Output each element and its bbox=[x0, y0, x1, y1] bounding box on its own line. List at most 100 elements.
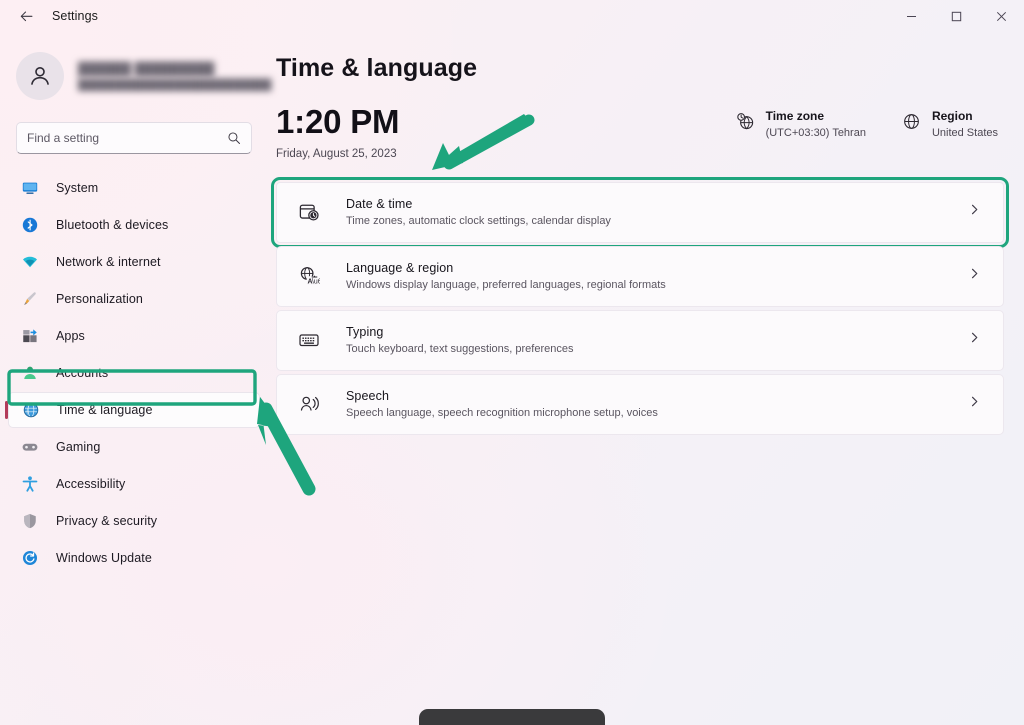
gamepad-icon bbox=[20, 437, 40, 457]
card-typing[interactable]: Typing Touch keyboard, text suggestions,… bbox=[276, 309, 1004, 371]
time-zone-value: (UTC+03:30) Tehran bbox=[765, 127, 866, 139]
sidebar-item-label: Accounts bbox=[56, 366, 109, 380]
card-title: Speech bbox=[346, 389, 389, 404]
sidebar-item-windows-update[interactable]: Windows Update bbox=[8, 540, 260, 576]
sidebar-item-bluetooth-devices[interactable]: Bluetooth & devices bbox=[8, 207, 260, 243]
globe-icon bbox=[902, 112, 921, 136]
minimize-icon bbox=[907, 15, 916, 17]
arrow-left-icon bbox=[20, 10, 32, 21]
region-text: Region United States bbox=[932, 109, 998, 139]
card-title: Language & region bbox=[346, 261, 454, 276]
avatar bbox=[16, 52, 64, 100]
card-language-and-region[interactable]: A \u6587 Language & region Windows displ… bbox=[276, 245, 1004, 307]
sidebar-item-label: Apps bbox=[56, 329, 85, 343]
sidebar-item-label: System bbox=[56, 181, 99, 195]
account-summary[interactable]: ██████ █████████ ███████████████████████… bbox=[16, 52, 271, 100]
keyboard-icon bbox=[295, 329, 323, 351]
sidebar-item-accounts[interactable]: Accounts bbox=[8, 355, 260, 391]
speech-person-icon bbox=[295, 393, 323, 415]
sidebar-item-label: Bluetooth & devices bbox=[56, 218, 169, 232]
window-controls bbox=[889, 0, 1024, 32]
region-value: United States bbox=[931, 127, 998, 139]
settings-window: Settings ██████ █████████ ██████████████… bbox=[0, 0, 1024, 725]
bluetooth-icon bbox=[20, 215, 40, 235]
page-title: Time & language bbox=[276, 54, 478, 82]
card-title: Typing bbox=[346, 325, 384, 340]
close-icon bbox=[996, 11, 1007, 21]
back-button[interactable] bbox=[8, 2, 44, 30]
sidebar-item-label: Gaming bbox=[56, 440, 101, 454]
current-time: 1:20 PM bbox=[276, 103, 400, 140]
card-subtitle: Speech language, speech recognition micr… bbox=[346, 407, 658, 420]
sidebar: ██████ █████████ ███████████████████████… bbox=[0, 32, 271, 725]
account-person-icon bbox=[20, 363, 40, 383]
card-text: Typing Touch keyboard, text suggestions,… bbox=[346, 325, 968, 355]
sidebar-item-privacy-security[interactable]: Privacy & security bbox=[8, 503, 260, 539]
search-input[interactable] bbox=[27, 131, 227, 145]
card-text: Language & region Windows display langua… bbox=[346, 261, 968, 291]
search-box[interactable] bbox=[16, 122, 252, 154]
sidebar-item-label: Network & internet bbox=[56, 255, 161, 269]
time-zone-info: Time zone (UTC+03:30) Tehran bbox=[736, 109, 866, 139]
settings-card-list: Date & time Time zones, automatic clock … bbox=[271, 176, 1009, 435]
accessibility-icon bbox=[20, 474, 40, 494]
sidebar-item-system[interactable]: System bbox=[8, 170, 260, 206]
sidebar-item-label: Windows Update bbox=[56, 551, 152, 565]
paintbrush-icon bbox=[20, 289, 40, 309]
sidebar-item-network-internet[interactable]: Network & internet bbox=[8, 244, 260, 280]
card-date-and-time[interactable]: Date & time Time zones, automatic clock … bbox=[271, 176, 1009, 248]
chevron-right-icon bbox=[968, 331, 981, 349]
card-text: Speech Speech language, speech recogniti… bbox=[346, 389, 968, 419]
sidebar-item-label: Personalization bbox=[56, 292, 143, 306]
sidebar-item-personalization[interactable]: Personalization bbox=[8, 281, 260, 317]
window-title: Settings bbox=[52, 9, 98, 23]
wifi-icon bbox=[20, 252, 40, 272]
card-subtitle: Touch keyboard, text suggestions, prefer… bbox=[346, 343, 574, 356]
region-label: Region bbox=[931, 109, 973, 123]
monitor-icon bbox=[20, 178, 40, 198]
chevron-right-icon bbox=[968, 203, 981, 221]
account-email-redacted: ██████████████████████████ bbox=[78, 78, 272, 91]
card-speech[interactable]: Speech Speech language, speech recogniti… bbox=[276, 373, 1004, 435]
card-text: Date & time Time zones, automatic clock … bbox=[346, 197, 968, 227]
maximize-icon bbox=[951, 11, 962, 21]
sidebar-item-label: Accessibility bbox=[56, 477, 126, 491]
chevron-right-icon bbox=[968, 267, 981, 285]
sidebar-item-label: Time & language bbox=[57, 403, 153, 417]
clock-globe-icon bbox=[736, 112, 755, 136]
info-group: Time zone (UTC+03:30) Tehran Region Unit… bbox=[736, 109, 1004, 139]
sidebar-item-apps[interactable]: Apps bbox=[8, 318, 260, 354]
card-subtitle: Windows display language, preferred lang… bbox=[346, 279, 666, 292]
account-name-redacted: ██████ █████████ bbox=[78, 61, 215, 76]
taskbar-stub bbox=[419, 709, 605, 725]
globe-language-icon: A \u6587 bbox=[295, 265, 323, 287]
title-bar: Settings bbox=[0, 0, 1024, 32]
search-icon bbox=[228, 132, 240, 144]
card-title: Date & time bbox=[346, 197, 413, 212]
sidebar-nav: System Bluetooth & devices Network & int… bbox=[0, 170, 268, 576]
main-content: Time & language 1:20 PM Friday, August 2… bbox=[268, 32, 1024, 725]
time-zone-text: Time zone (UTC+03:30) Tehran bbox=[766, 109, 866, 139]
close-button[interactable] bbox=[979, 0, 1024, 32]
update-refresh-icon bbox=[20, 548, 40, 568]
minimize-button[interactable] bbox=[889, 0, 934, 32]
person-avatar-icon bbox=[31, 66, 49, 85]
clock-block: 1:20 PM Friday, August 25, 2023 bbox=[276, 103, 400, 160]
calendar-clock-icon bbox=[295, 201, 323, 223]
card-subtitle: Time zones, automatic clock settings, ca… bbox=[346, 215, 611, 228]
sidebar-item-gaming[interactable]: Gaming bbox=[8, 429, 260, 465]
clock-globe-icon bbox=[21, 400, 41, 420]
current-date: Friday, August 25, 2023 bbox=[276, 147, 397, 160]
account-text: ██████ █████████ ███████████████████████… bbox=[78, 62, 271, 91]
sidebar-item-time-language[interactable]: Time & language bbox=[5, 392, 260, 428]
region-info: Region United States bbox=[902, 109, 998, 139]
svg-text:\u6587: \u6587 bbox=[312, 279, 320, 286]
maximize-button[interactable] bbox=[934, 0, 979, 32]
sidebar-item-label: Privacy & security bbox=[56, 514, 158, 528]
clock-and-info-row: 1:20 PM Friday, August 25, 2023 Time zon… bbox=[276, 105, 1004, 160]
apps-grid-icon bbox=[20, 326, 40, 346]
sidebar-item-accessibility[interactable]: Accessibility bbox=[8, 466, 260, 502]
time-zone-label: Time zone bbox=[765, 109, 825, 123]
shield-icon bbox=[20, 511, 40, 531]
chevron-right-icon bbox=[968, 395, 981, 413]
